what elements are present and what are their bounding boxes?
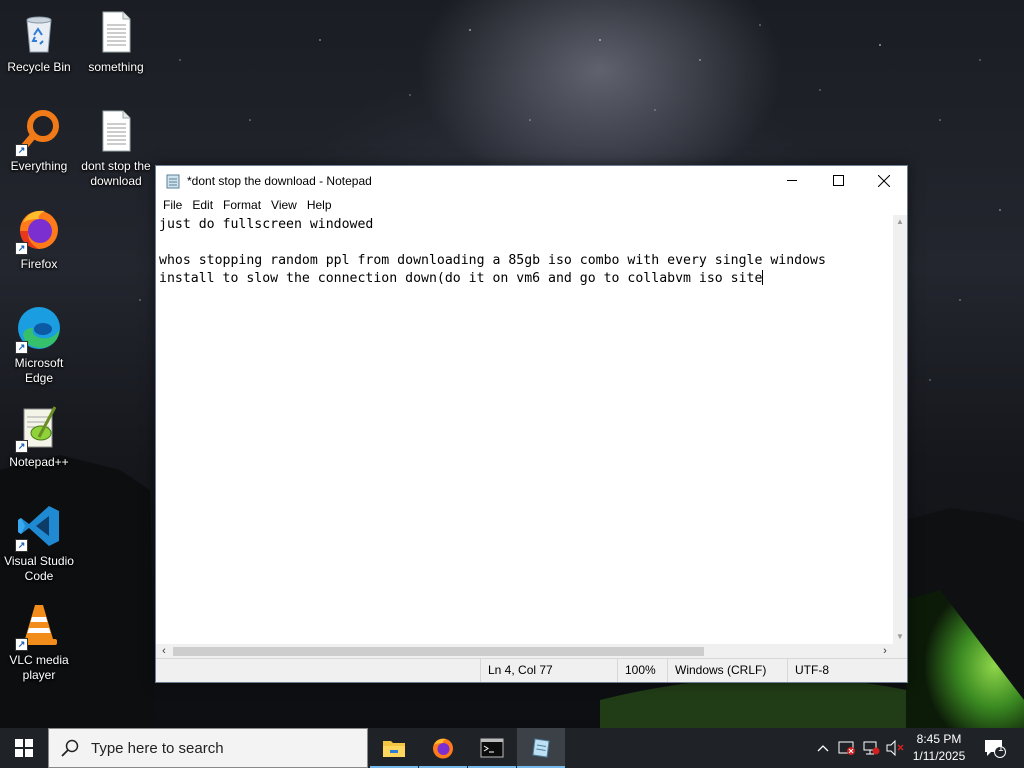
search-placeholder: Type here to search <box>91 739 224 757</box>
desktop-icon-something[interactable]: something <box>78 8 154 75</box>
menu-file[interactable]: File <box>158 198 187 212</box>
desktop-icon-notepad-plus-plus[interactable]: ↗ Notepad++ <box>1 403 77 470</box>
desktop-icon-dont-stop-the-download[interactable]: dont stop the download <box>78 107 154 189</box>
windows-logo-icon <box>15 739 33 757</box>
search-icon <box>61 739 79 757</box>
clock-date: 1/11/2025 <box>912 749 966 763</box>
desktop-icon-label: Firefox <box>20 257 58 271</box>
status-zoom: 100% <box>617 659 667 682</box>
taskbar-firefox[interactable] <box>419 728 467 768</box>
shortcut-arrow-icon: ↗ <box>15 341 28 354</box>
terminal-icon <box>480 738 504 758</box>
tray-volume-button[interactable] <box>884 728 906 768</box>
tray-network-button[interactable] <box>860 728 882 768</box>
editor-line-last: install to slow the connection down(do i… <box>159 270 890 288</box>
scroll-down-icon[interactable]: ▼ <box>893 630 907 644</box>
maximize-button[interactable] <box>815 166 861 195</box>
scrollbar-corner <box>893 644 907 659</box>
menu-bar: File Edit Format View Help <box>156 195 907 215</box>
taskbar-search-box[interactable]: Type here to search <box>48 728 368 768</box>
recycle-bin-icon <box>26 16 52 53</box>
taskbar-notepad[interactable] <box>517 728 565 768</box>
text-caret <box>762 270 764 285</box>
desktop-icon-label: dont stop the download <box>81 159 151 188</box>
desktop-icon-label: Microsoft Edge <box>14 356 64 385</box>
volume-muted-icon <box>886 740 904 756</box>
notepad-icon <box>532 738 550 758</box>
shortcut-arrow-icon: ↗ <box>15 242 28 255</box>
desktop-icon-firefox[interactable]: ↗ Firefox <box>1 205 77 272</box>
vertical-scrollbar[interactable]: ▲ ▼ <box>893 215 907 644</box>
notepad-icon <box>166 174 180 188</box>
close-icon <box>878 174 890 187</box>
firefox-icon <box>433 738 453 759</box>
network-icon <box>863 741 880 755</box>
notification-count: 1 <box>998 743 1004 754</box>
file-explorer-icon <box>383 741 405 757</box>
action-center-button[interactable]: 1 <box>980 728 1010 768</box>
status-line-ending: Windows (CRLF) <box>667 659 780 682</box>
status-bar: Ln 4, Col 77 100% Windows (CRLF) UTF-8 <box>156 658 907 682</box>
notepad-window[interactable]: *dont stop the download - Notepad File E… <box>155 165 908 683</box>
desktop-icon-everything[interactable]: ↗ Everything <box>1 107 77 174</box>
show-hidden-icons-button[interactable] <box>813 728 833 768</box>
text-file-icon <box>102 11 131 53</box>
editor-line: install to slow the connection down(do i… <box>159 271 763 286</box>
taskbar-clock[interactable]: 8:45 PM 1/11/2025 <box>905 731 973 765</box>
desktop-icon-microsoft-edge[interactable]: ↗ Microsoft Edge <box>1 304 77 386</box>
minimize-icon <box>786 180 797 181</box>
desktop-icon-label: Notepad++ <box>9 455 69 469</box>
shortcut-arrow-icon: ↗ <box>15 539 28 552</box>
desktop-icon-recycle-bin[interactable]: Recycle Bin <box>1 8 77 75</box>
desktop-icon-label: Visual Studio Code <box>4 554 74 583</box>
editor-line: whos stopping random ppl from downloadin… <box>159 253 826 268</box>
desktop-icon-label: VLC media player <box>9 653 69 682</box>
menu-view[interactable]: View <box>266 198 302 212</box>
desktop-icon-vlc-media-player[interactable]: ↗ VLC media player <box>1 601 77 683</box>
status-encoding: UTF-8 <box>787 659 905 682</box>
menu-edit[interactable]: Edit <box>187 198 218 212</box>
minimize-button[interactable] <box>769 166 815 195</box>
desktop-icon-visual-studio-code[interactable]: ↗ Visual Studio Code <box>1 502 77 584</box>
scroll-left-icon[interactable]: ‹ <box>156 644 172 659</box>
security-alert-icon <box>838 741 855 755</box>
desktop-icon-label: Everything <box>10 159 68 173</box>
desktop-icon-label: Recycle Bin <box>7 60 71 74</box>
horizontal-scrollbar[interactable]: ‹ › <box>156 644 893 659</box>
text-editor[interactable]: just do fullscreen windowed whos stoppin… <box>156 215 893 644</box>
horizontal-scroll-thumb[interactable] <box>173 647 704 656</box>
shortcut-arrow-icon: ↗ <box>15 638 28 651</box>
menu-help[interactable]: Help <box>302 198 337 212</box>
close-button[interactable] <box>861 166 907 195</box>
chevron-up-icon <box>817 745 829 752</box>
maximize-icon <box>832 175 844 186</box>
title-bar[interactable]: *dont stop the download - Notepad <box>156 166 907 195</box>
scroll-right-icon[interactable]: › <box>877 644 893 659</box>
menu-format[interactable]: Format <box>218 198 266 212</box>
scroll-up-icon[interactable]: ▲ <box>893 215 907 229</box>
window-title: *dont stop the download - Notepad <box>187 173 372 188</box>
clock-time: 8:45 PM <box>916 732 962 746</box>
text-file-icon <box>102 110 131 152</box>
taskbar: Type here to search 8:45 PM 1/11/2025 1 <box>0 728 1024 768</box>
shortcut-arrow-icon: ↗ <box>15 440 28 453</box>
editor-line: just do fullscreen windowed <box>159 217 374 232</box>
shortcut-arrow-icon: ↗ <box>15 144 28 157</box>
desktop-icon-label: something <box>88 60 144 74</box>
status-position: Ln 4, Col 77 <box>480 659 618 682</box>
tray-security-icon-button[interactable] <box>836 728 858 768</box>
start-button[interactable] <box>0 728 48 768</box>
taskbar-file-explorer[interactable] <box>370 728 418 768</box>
taskbar-terminal[interactable] <box>468 728 516 768</box>
